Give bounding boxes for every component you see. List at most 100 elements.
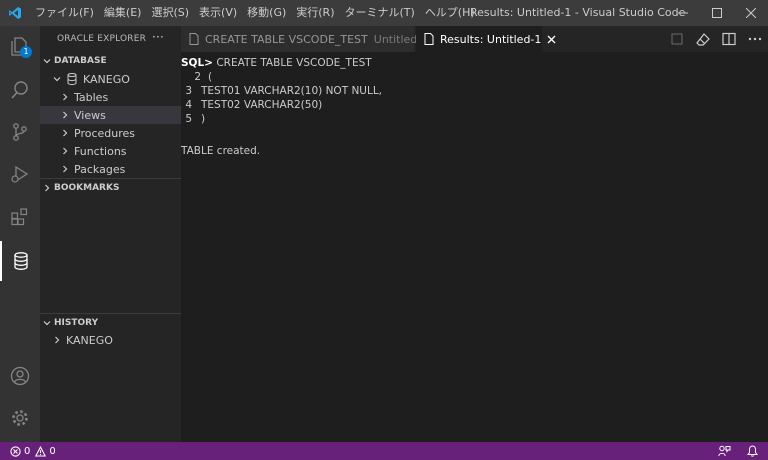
extensions-icon <box>9 205 31 227</box>
problems-status[interactable]: 0 0 <box>0 446 56 457</box>
connection-kanego[interactable]: KANEGO <box>40 70 181 88</box>
window-controls <box>666 0 768 26</box>
chevron-right-icon <box>58 111 72 119</box>
manage-activity[interactable] <box>0 398 40 438</box>
result-message: TABLE created. <box>181 144 260 158</box>
stop-icon <box>671 33 683 45</box>
tab-create-table[interactable]: CREATE TABLE VSCODE_TEST Untitled-1 <box>181 26 414 52</box>
chevron-right-icon <box>58 165 72 173</box>
warning-count: 0 <box>49 446 55 457</box>
tree-item-procedures[interactable]: Procedures <box>40 124 181 142</box>
line-text: ( <box>208 71 212 83</box>
tree-item-tables[interactable]: Tables <box>40 88 181 106</box>
results-editor[interactable]: SQL> CREATE TABLE VSCODE_TEST 2( 3TEST01… <box>181 52 768 442</box>
menu-file[interactable]: ファイル(F) <box>30 0 99 26</box>
source-control-icon <box>9 121 31 143</box>
clear-output-button[interactable] <box>690 26 716 52</box>
close-window-button[interactable] <box>734 0 768 26</box>
bookmarks-section-header[interactable]: BOOKMARKS <box>40 178 181 196</box>
search-icon <box>9 79 31 101</box>
sql-line: 5) <box>181 112 205 126</box>
source-control-activity[interactable] <box>0 112 40 152</box>
history-item-label: KANEGO <box>66 334 113 347</box>
database-icon <box>64 73 80 85</box>
menu-bar: ファイル(F) 編集(E) 選択(S) 表示(V) 移動(G) 実行(R) ター… <box>30 0 480 26</box>
tree-item-label: Packages <box>74 163 125 176</box>
tree-item-functions[interactable]: Functions <box>40 142 181 160</box>
chevron-down-icon <box>50 75 64 83</box>
status-bar: 0 0 <box>0 442 768 460</box>
tree-item-label: Tables <box>74 91 108 104</box>
tab-results[interactable]: Results: Untitled-1 <box>416 26 542 52</box>
minimize-button[interactable] <box>666 0 700 26</box>
gear-icon <box>9 407 31 429</box>
sql-line: 2( <box>181 70 212 84</box>
menu-view[interactable]: 表示(V) <box>194 0 242 26</box>
menu-edit[interactable]: 編集(E) <box>99 0 147 26</box>
chevron-right-icon <box>50 336 64 344</box>
sql-line: 4TEST02 VARCHAR2(50) <box>181 98 322 112</box>
line-number: 5 <box>181 112 192 126</box>
sql-line: 3 TEST01 VARCHAR2(10) NOT NULL, <box>181 84 382 98</box>
tab-label: Results: Untitled-1 <box>440 33 541 46</box>
menu-run[interactable]: 実行(R) <box>291 0 339 26</box>
line-number: 2 <box>181 70 201 84</box>
tree-item-views[interactable]: Views <box>40 106 181 124</box>
explorer-activity[interactable]: 1 <box>0 26 40 66</box>
title-bar: ファイル(F) 編集(E) 選択(S) 表示(V) 移動(G) 実行(R) ター… <box>0 0 768 26</box>
oracle-explorer-sidebar: ORACLE EXPLORER ··· DATABASE KANEGO Tabl… <box>40 26 181 442</box>
line-number: 3 <box>181 84 192 98</box>
chevron-right-icon <box>58 129 72 137</box>
stop-button[interactable] <box>664 26 690 52</box>
notifications-bell-icon[interactable] <box>747 445 758 457</box>
close-icon <box>746 8 756 18</box>
history-section-label: HISTORY <box>54 318 98 328</box>
more-actions-button[interactable] <box>742 26 768 52</box>
search-activity[interactable] <box>0 70 40 110</box>
tree-item-packages[interactable]: Packages <box>40 160 181 178</box>
sql-prompt: SQL> <box>181 57 213 69</box>
connection-label: KANEGO <box>83 73 130 86</box>
more-actions-icon[interactable]: ··· <box>152 30 164 44</box>
file-icon <box>424 33 434 45</box>
explorer-badge: 1 <box>20 46 32 58</box>
split-editor-button[interactable] <box>716 26 742 52</box>
menu-go[interactable]: 移動(G) <box>242 0 291 26</box>
tab-label: CREATE TABLE VSCODE_TEST <box>205 33 368 46</box>
extensions-activity[interactable] <box>0 196 40 236</box>
database-activity[interactable] <box>0 241 40 281</box>
sql-statement: CREATE TABLE VSCODE_TEST <box>213 57 372 69</box>
eraser-icon <box>696 32 710 46</box>
error-count: 0 <box>24 446 30 457</box>
database-section-header[interactable]: DATABASE <box>40 52 181 70</box>
line-text: ) <box>201 113 205 125</box>
line-text: TEST01 VARCHAR2(10) NOT NULL, <box>201 85 382 97</box>
menu-selection[interactable]: 選択(S) <box>146 0 194 26</box>
history-section-header[interactable]: HISTORY <box>40 313 181 331</box>
database-icon <box>10 250 32 272</box>
history-item-kanego[interactable]: KANEGO <box>40 331 181 349</box>
account-icon <box>9 365 31 387</box>
sidebar-header: ORACLE EXPLORER ··· <box>40 26 181 52</box>
maximize-button[interactable] <box>700 0 734 26</box>
menu-terminal[interactable]: ターミナル(T) <box>340 0 420 26</box>
sql-first-line: SQL> CREATE TABLE VSCODE_TEST <box>181 56 372 70</box>
tree-item-label: Functions <box>74 145 127 158</box>
run-debug-icon <box>9 163 31 185</box>
close-icon[interactable] <box>547 35 556 44</box>
minimize-icon <box>678 8 688 18</box>
vscode-logo-icon[interactable] <box>0 0 30 26</box>
ellipsis-icon <box>748 37 762 41</box>
chevron-right-icon <box>40 184 54 192</box>
chevron-right-icon <box>58 93 72 101</box>
run-debug-activity[interactable] <box>0 154 40 194</box>
tree-item-label: Views <box>74 109 106 122</box>
line-text: TEST02 VARCHAR2(50) <box>201 99 322 111</box>
window-title: Results: Untitled-1 - Visual Studio Code <box>470 0 685 26</box>
feedback-icon[interactable] <box>718 445 731 457</box>
history-panel: HISTORY KANEGO <box>40 313 181 349</box>
status-right <box>718 442 758 460</box>
warning-icon <box>35 446 46 457</box>
bookmarks-section-label: BOOKMARKS <box>54 183 119 193</box>
accounts-activity[interactable] <box>0 356 40 396</box>
